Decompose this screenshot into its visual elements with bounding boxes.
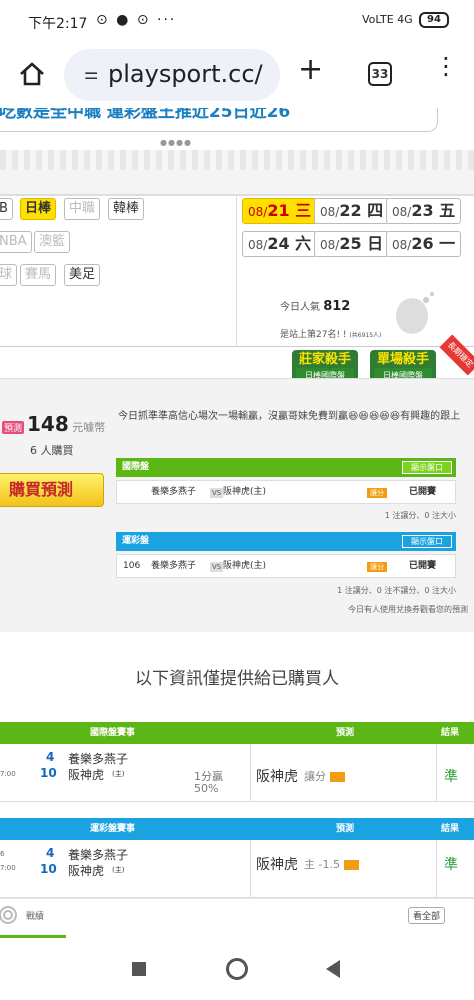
site-settings-icon[interactable]: ⚌ [84, 64, 98, 83]
odds-tag: 讓分 [367, 562, 387, 572]
status-bar: 下午2:17 ⊙ ● ⊙ ··· VoLTE 4G 94 [0, 0, 474, 44]
table-row: 6 7:00 4 養樂多燕子 10 阪神虎 (主) 阪神虎 主 -1.5 準 [0, 840, 474, 898]
date-button[interactable]: 08/22 四 [314, 198, 390, 224]
url-text: playsport.cc/ [108, 60, 263, 88]
new-tab-icon[interactable]: + [298, 55, 323, 85]
record-label: 戰績 [26, 912, 45, 922]
league-tag[interactable]: 美足 [64, 264, 101, 286]
match-status: 已開賽 [409, 561, 437, 571]
mascot-icon [396, 292, 434, 334]
vs-label: VS [210, 562, 224, 572]
buy-label: 購買預測 [9, 480, 74, 499]
show-odds-button[interactable]: 顯示盤口 [402, 461, 452, 474]
tab-switcher-button[interactable]: 33 [368, 62, 392, 86]
lottery-note: 1 注讓分、0 注不讓分、0 注大小 [337, 586, 456, 595]
date-button[interactable]: 08/25 日 [314, 231, 390, 257]
divider [0, 346, 474, 347]
record-icon [0, 906, 17, 924]
date-button[interactable]: 08/26 一 [386, 231, 462, 257]
voucher-note: 今日有人使用兌換券觀看您的預測 [348, 605, 468, 614]
league-tag[interactable]: 韓棒 [108, 198, 145, 220]
intl-table-header: 國際盤賽事 預測 結果 [0, 722, 474, 744]
lottery-table-header: 運彩盤賽事 預測 結果 [0, 818, 474, 840]
lottery-section-header: 運彩盤 顯示盤口 [116, 532, 456, 551]
price-label: 預測 [2, 421, 25, 434]
address-bar[interactable]: ⚌ playsport.cc/ [64, 49, 280, 101]
network-indicator: VoLTE 4G [362, 13, 413, 26]
popularity: 今日人氣 812 [280, 298, 350, 314]
rank-text: 是站上第27名! ! (共6915人) [280, 330, 382, 340]
recents-button[interactable] [132, 962, 146, 976]
lottery-match-row: 106 養樂多燕子 VS 阪神虎(主) 讓分 已開賽 [116, 554, 456, 578]
prediction-team: 阪神虎 [256, 857, 298, 873]
show-odds-button[interactable]: 顯示盤口 [402, 535, 452, 548]
prediction-description: 今日抓準準高信心場次一場輸贏，沒贏哥妹免費到贏😆😆😆😆😆有興趣的跟上 [118, 411, 461, 422]
popularity-value: 812 [323, 299, 351, 314]
view-all-button[interactable]: 看全部 [408, 907, 446, 924]
intl-section-header: 國際盤 顯示盤口 [116, 458, 456, 477]
date-button[interactable]: 08/21 三 [242, 198, 318, 224]
league-tag[interactable]: B [0, 198, 13, 220]
divider [0, 150, 474, 170]
date-button[interactable]: 08/24 六 [242, 231, 318, 257]
home-icon[interactable] [18, 60, 46, 88]
buy-prediction-button[interactable]: 購買預測 [0, 473, 104, 507]
browser-toolbar: ⚌ playsport.cc/ + 33 ⋮ [0, 44, 474, 108]
table-row: 7:00 4 養樂多燕子 10 阪神虎 (主) 1分贏 50% 阪神虎 讓分 準 [0, 744, 474, 802]
date-button[interactable]: 08/23 五 [386, 198, 462, 224]
back-button[interactable] [326, 960, 340, 978]
overflow-menu-icon[interactable]: ⋮ [434, 54, 458, 78]
record-footer: 戰績 看全部 [0, 898, 474, 938]
match-status: 已開賽 [409, 487, 437, 497]
divider [0, 194, 474, 196]
league-tag[interactable]: NBA [0, 231, 32, 253]
price-unit: 元噱幣 [72, 421, 106, 434]
outcome-hit: 準 [444, 857, 458, 873]
price: 預測 148 元噱幣 [2, 412, 105, 436]
league-tag[interactable]: 澳籃 [34, 231, 71, 253]
buyers-count: 6 人購買 [30, 444, 74, 457]
intl-match-row: 養樂多燕子 VS 阪神虎(主) 讓分 已開賽 [116, 480, 456, 504]
vs-label: VS [210, 488, 224, 498]
outcome-hit: 準 [444, 769, 458, 785]
carousel-dots: ●●●● [160, 138, 192, 147]
intl-note: 1 注讓分、0 注大小 [384, 511, 456, 520]
league-tag[interactable]: 中職 [64, 198, 101, 220]
buyers-only-title: 以下資訊僅提供給已購買人 [135, 669, 339, 689]
marquee-banner[interactable]: 吃數是全中職 運彩盤王推近25日近26 [0, 108, 438, 132]
home-button[interactable] [226, 958, 248, 980]
stable-ribbon: 長期穩定 [439, 334, 474, 376]
divider [236, 196, 237, 346]
spacer [0, 170, 474, 194]
price-value: 148 [27, 412, 69, 436]
league-tag[interactable]: 日棒 [20, 198, 57, 220]
league-tag[interactable]: 球 [0, 264, 18, 286]
clock: 下午2:17 [28, 16, 88, 32]
league-tag[interactable]: 賽馬 [20, 264, 57, 286]
notification-icons: ⊙ ● ⊙ ··· [96, 12, 177, 28]
prediction-team: 阪神虎 [256, 769, 298, 785]
system-nav-bar [0, 940, 474, 1000]
battery-icon: 94 [419, 12, 449, 28]
popularity-label: 今日人氣 [280, 302, 320, 313]
odds-tag: 讓分 [367, 488, 387, 498]
